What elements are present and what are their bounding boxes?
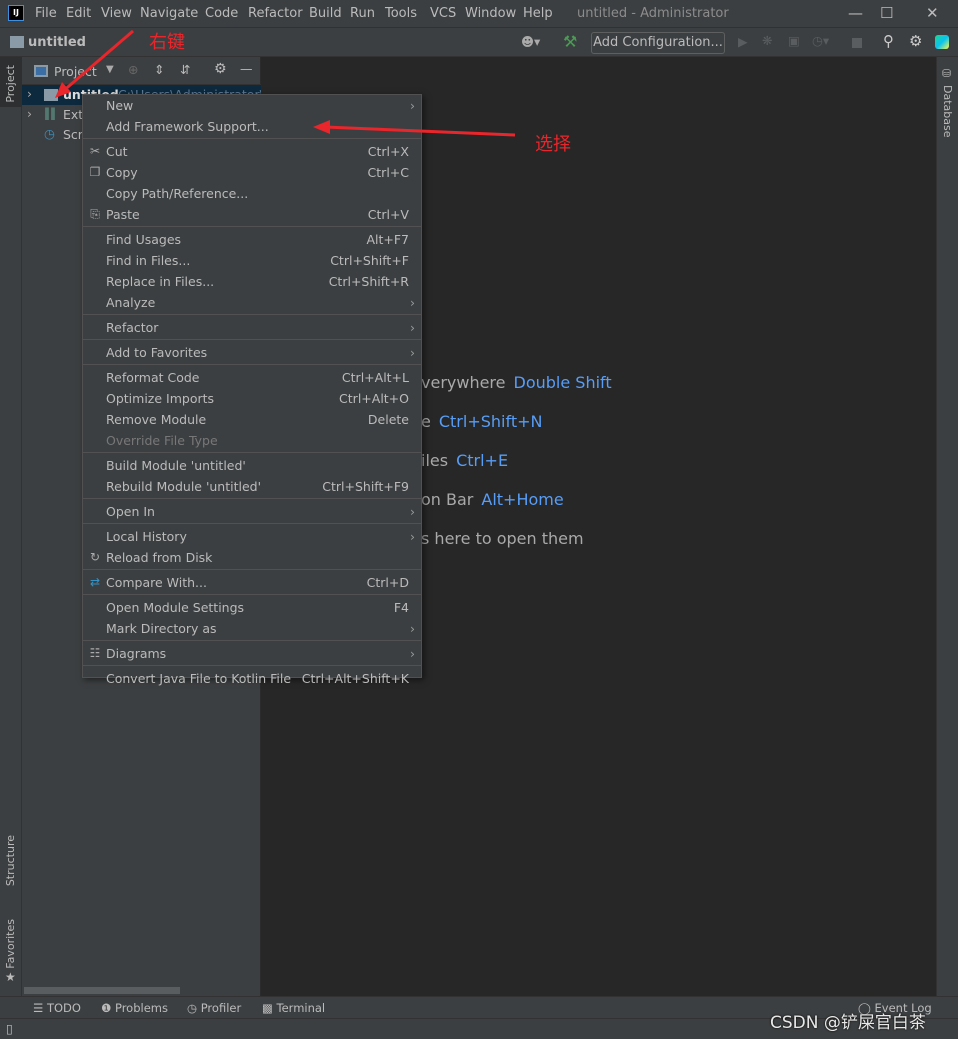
- annotation-arrows: [55, 29, 516, 137]
- arrow-head: [313, 120, 330, 134]
- arrow-select: [324, 125, 516, 137]
- annotation-right-click: 右键: [149, 32, 185, 53]
- arrow-right-click: [61, 29, 134, 94]
- annotation-select: 选择: [535, 134, 571, 155]
